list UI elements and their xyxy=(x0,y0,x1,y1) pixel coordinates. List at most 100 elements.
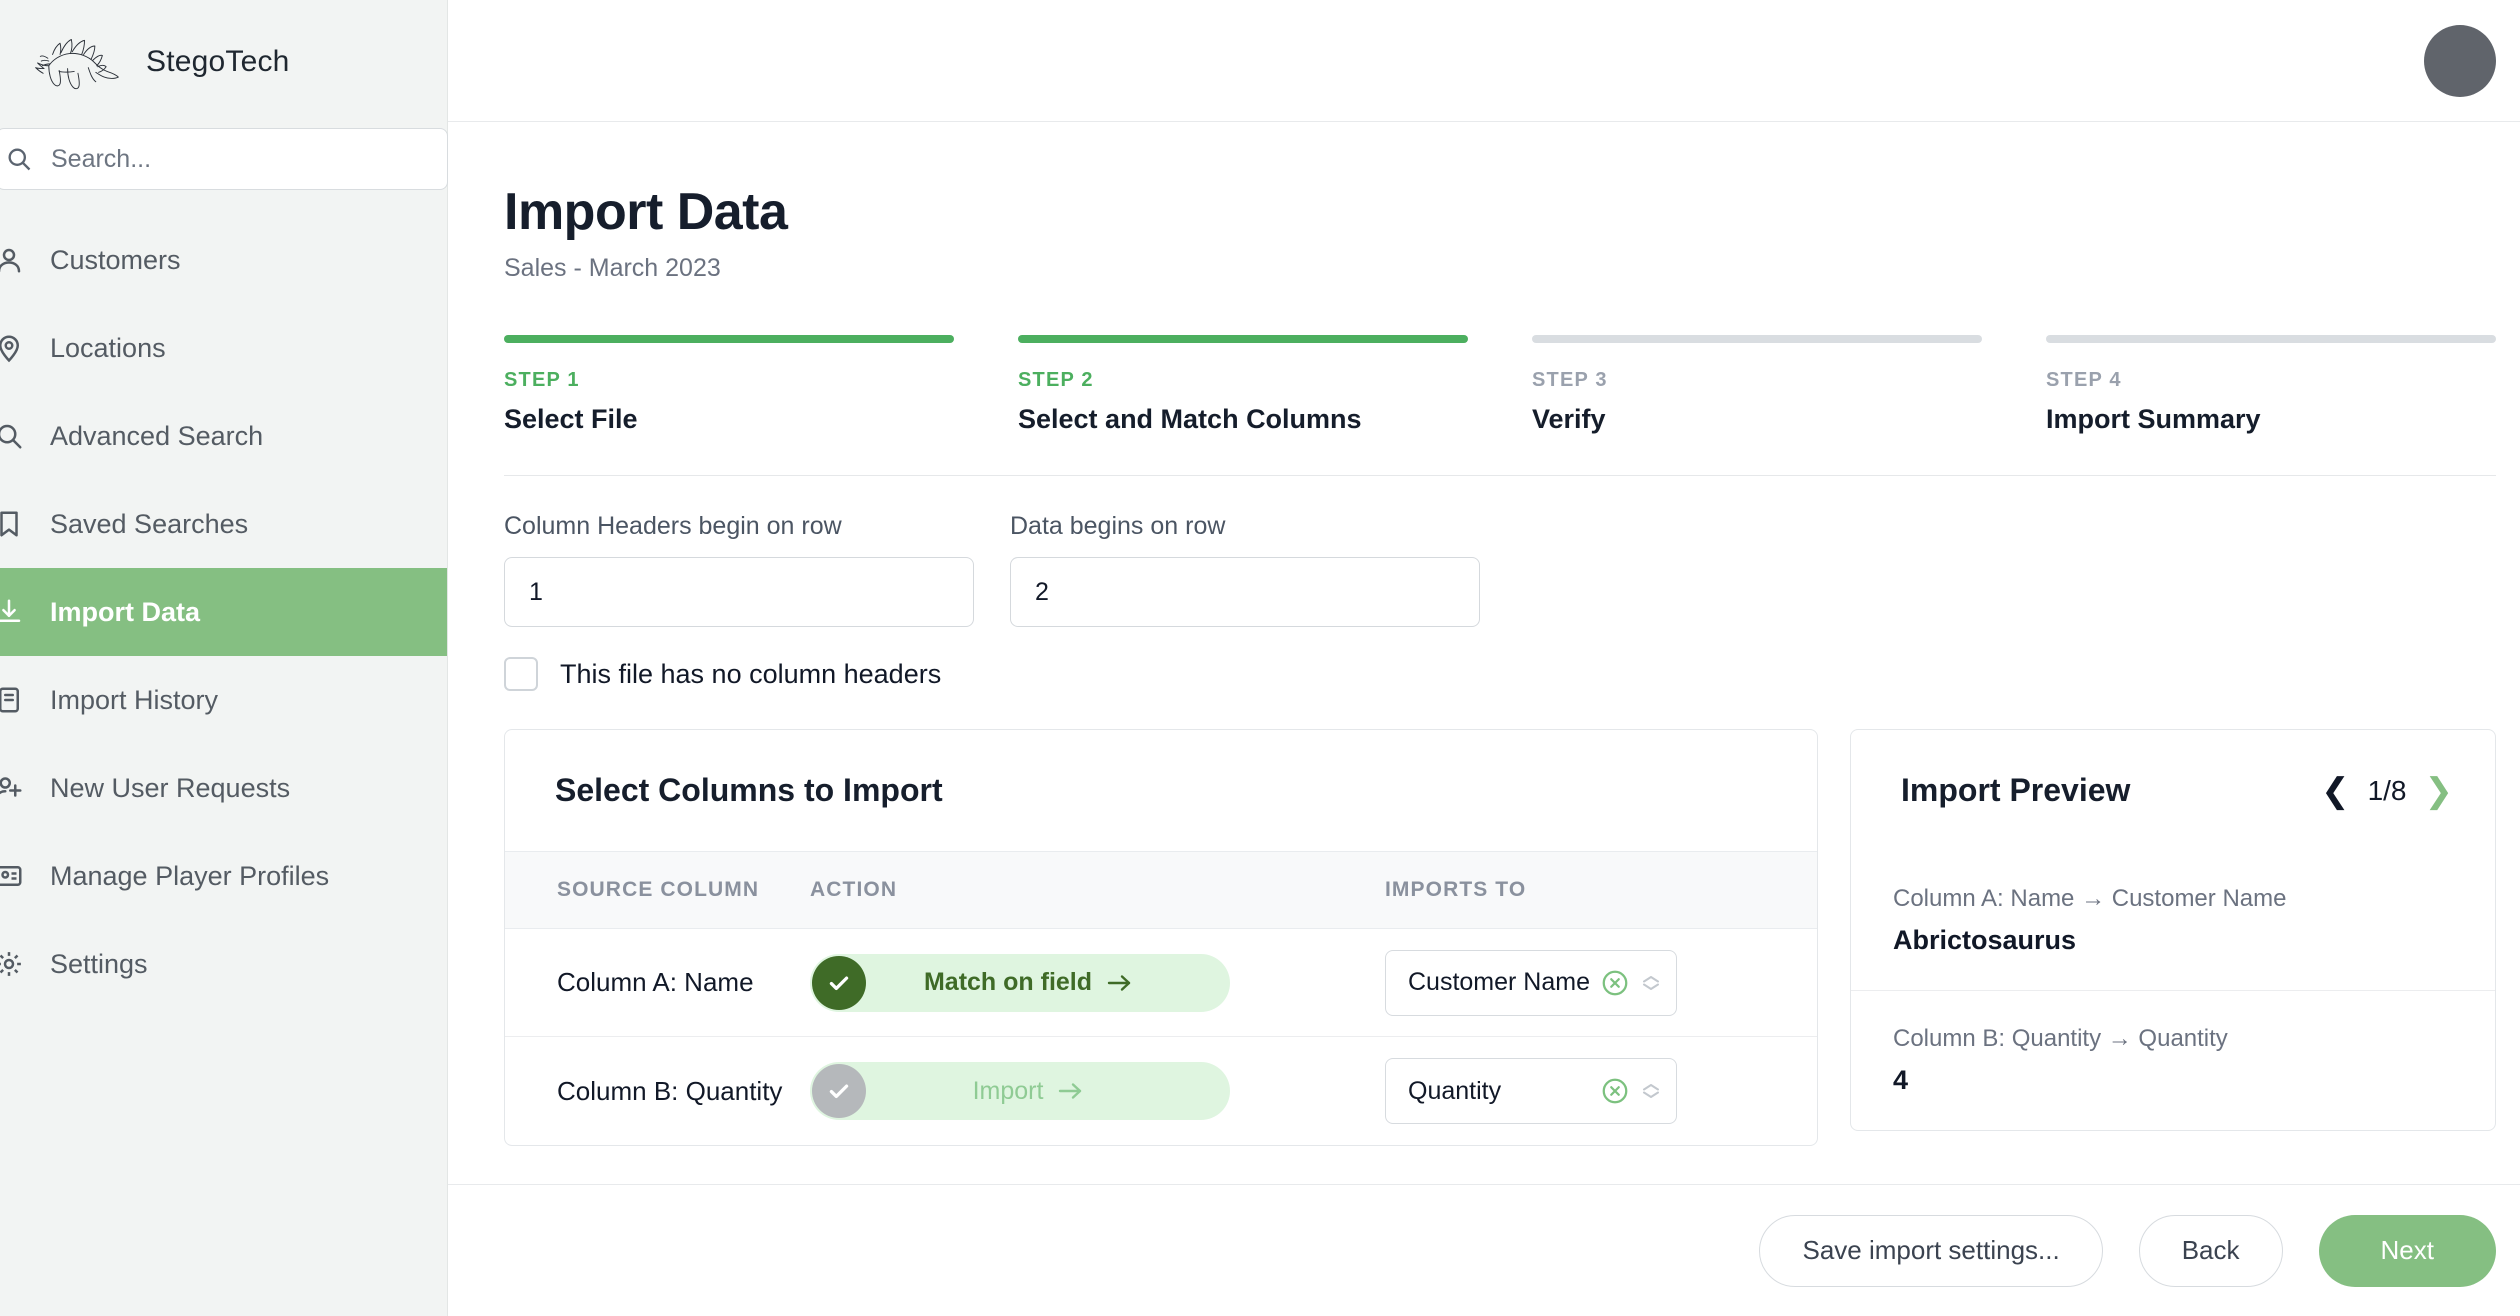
import-icon xyxy=(0,597,24,627)
arrow-right-icon xyxy=(1059,1083,1082,1099)
step-1[interactable]: STEP 1 Select File xyxy=(504,335,954,435)
sidebar-item-customers[interactable]: Customers xyxy=(0,216,447,304)
page-subtitle: Sales - March 2023 xyxy=(504,254,721,282)
stegosaurus-logo xyxy=(35,38,119,90)
top-bar xyxy=(448,0,2520,122)
col-header-action: ACTION xyxy=(810,878,898,901)
match-on-field-toggle[interactable]: Match on field xyxy=(810,953,1230,1012)
step-2[interactable]: STEP 2 Select and Match Columns xyxy=(1018,335,1468,435)
step-3[interactable]: STEP 3 Verify xyxy=(1532,335,1982,435)
header-row-input[interactable]: 1 xyxy=(504,557,974,627)
step-number: STEP 1 xyxy=(504,369,580,391)
data-row-label: Data begins on row xyxy=(1010,512,1226,540)
table-header-row: SOURCE COLUMN ACTION IMPORTS TO xyxy=(505,851,1817,929)
preview-entry: Column B: Quantity → Quantity 4 xyxy=(1851,991,2495,1130)
save-import-settings-button[interactable]: Save import settings... xyxy=(1759,1214,2103,1287)
stepper: STEP 1 Select File STEP 2 Select and Mat… xyxy=(504,335,2496,435)
sidebar-item-label: Import Data xyxy=(50,596,201,627)
sidebar-item-label: Advanced Search xyxy=(50,420,264,451)
sidebar: StegoTech Search... Customers Locations … xyxy=(0,0,448,1316)
magnifier-icon xyxy=(0,421,24,451)
no-headers-checkbox[interactable] xyxy=(504,657,538,691)
sidebar-item-label: Saved Searches xyxy=(50,508,249,539)
page-title: Import Data xyxy=(504,183,788,241)
sidebar-item-locations[interactable]: Locations xyxy=(0,304,447,392)
sidebar-item-new-user-requests[interactable]: New User Requests xyxy=(0,744,447,832)
next-button[interactable]: Next xyxy=(2318,1214,2496,1287)
preview-entry: Column A: Name → Customer Name Abrictosa… xyxy=(1851,851,2495,991)
row-source-column: Column B: Quantity xyxy=(557,1075,783,1106)
search-container: Search... xyxy=(0,128,448,190)
sidebar-item-advanced-search[interactable]: Advanced Search xyxy=(0,392,447,480)
select-columns-header: Select Columns to Import xyxy=(505,730,1817,851)
check-circle-icon xyxy=(812,1064,866,1118)
sidebar-item-saved-searches[interactable]: Saved Searches xyxy=(0,480,447,568)
search-icon xyxy=(8,148,31,171)
imports-to-value: Customer Name xyxy=(1408,968,1590,996)
history-icon xyxy=(0,685,24,715)
imports-to-select[interactable]: Customer Name xyxy=(1385,949,1677,1016)
import-preview-header: Import Preview ❮ 1/8 ❯ xyxy=(1851,730,2495,851)
search-placeholder: Search... xyxy=(51,144,152,173)
sidebar-item-manage-player-profiles[interactable]: Manage Player Profiles xyxy=(0,832,447,920)
row-settings: Column Headers begin on row 1 Data begin… xyxy=(504,512,2496,627)
circle-x-icon[interactable] xyxy=(1600,968,1630,998)
sidebar-nav: Customers Locations Advanced Search Save… xyxy=(0,216,447,1008)
step-name: Select File xyxy=(504,404,638,434)
sidebar-item-import-data[interactable]: Import Data xyxy=(0,568,447,656)
no-headers-row: This file has no column headers xyxy=(504,657,2496,691)
brand-name: StegoTech xyxy=(146,45,290,78)
row-action-cell: Match on field xyxy=(810,953,1385,1012)
step-progress-bar xyxy=(1532,335,1982,343)
user-plus-icon xyxy=(0,773,24,803)
sidebar-item-import-history[interactable]: Import History xyxy=(0,656,447,744)
step-name: Import Summary xyxy=(2046,404,2261,434)
table-row: Column B: Quantity Import Quantity xyxy=(505,1037,1817,1145)
no-headers-label: This file has no column headers xyxy=(560,658,942,689)
import-preview-panel: Import Preview ❮ 1/8 ❯ Column A: Name → … xyxy=(1850,729,2496,1131)
chevron-updown-icon[interactable] xyxy=(1640,1084,1662,1098)
imports-to-select[interactable]: Quantity xyxy=(1385,1058,1677,1124)
row-imports-to-cell: Quantity xyxy=(1385,1058,1817,1124)
id-card-icon xyxy=(0,861,24,891)
back-button[interactable]: Back xyxy=(2138,1214,2283,1287)
chevron-left-icon[interactable]: ❮ xyxy=(2321,774,2350,808)
step-progress-bar xyxy=(2046,335,2496,343)
preview-position: 1/8 xyxy=(2367,774,2407,806)
step-name: Select and Match Columns xyxy=(1018,404,1362,434)
sidebar-item-settings[interactable]: Settings xyxy=(0,920,447,1008)
avatar[interactable] xyxy=(2424,24,2496,97)
select-columns-panel: Select Columns to Import SOURCE COLUMN A… xyxy=(504,729,1818,1146)
chevron-right-icon[interactable]: ❯ xyxy=(2425,774,2454,808)
import-toggle[interactable]: Import xyxy=(810,1062,1230,1120)
app-root: StegoTech Search... Customers Locations … xyxy=(0,0,2520,1316)
sidebar-item-label: Import History xyxy=(50,684,219,715)
sidebar-item-label: Manage Player Profiles xyxy=(50,860,330,891)
circle-x-icon[interactable] xyxy=(1600,1076,1630,1106)
select-columns-title: Select Columns to Import xyxy=(555,772,943,808)
data-row-field: Data begins on row 2 xyxy=(1010,512,1480,627)
preview-pager: ❮ 1/8 ❯ xyxy=(2321,774,2453,808)
col-header-imports-to: IMPORTS TO xyxy=(1385,878,1527,901)
main-area: Import Data Sales - March 2023 STEP 1 Se… xyxy=(448,0,2520,1316)
table-row: Column A: Name Match on field Customer N… xyxy=(505,929,1817,1037)
row-action-label: Import xyxy=(972,1076,1044,1105)
data-row-input[interactable]: 2 xyxy=(1010,557,1480,627)
imports-to-value: Quantity xyxy=(1408,1076,1502,1105)
preview-value: 4 xyxy=(1893,1065,1909,1095)
col-header-source: SOURCE COLUMN xyxy=(557,878,760,901)
step-number: STEP 2 xyxy=(1018,369,1094,391)
row-source-column: Column A: Name xyxy=(557,967,754,997)
row-action-label: Match on field xyxy=(923,968,1093,996)
arrow-right-icon xyxy=(1107,974,1131,991)
step-4[interactable]: STEP 4 Import Summary xyxy=(2046,335,2496,435)
step-number: STEP 3 xyxy=(1532,369,1608,391)
sidebar-item-label: New User Requests xyxy=(50,772,291,803)
sidebar-item-label: Locations xyxy=(50,332,166,363)
check-circle-icon xyxy=(812,955,866,1010)
chevron-updown-icon[interactable] xyxy=(1640,975,1662,990)
sidebar-item-label: Settings xyxy=(50,948,148,979)
brand-logo[interactable]: StegoTech xyxy=(0,0,447,124)
import-preview-title: Import Preview xyxy=(1901,772,2131,808)
search-input[interactable]: Search... xyxy=(0,128,448,190)
